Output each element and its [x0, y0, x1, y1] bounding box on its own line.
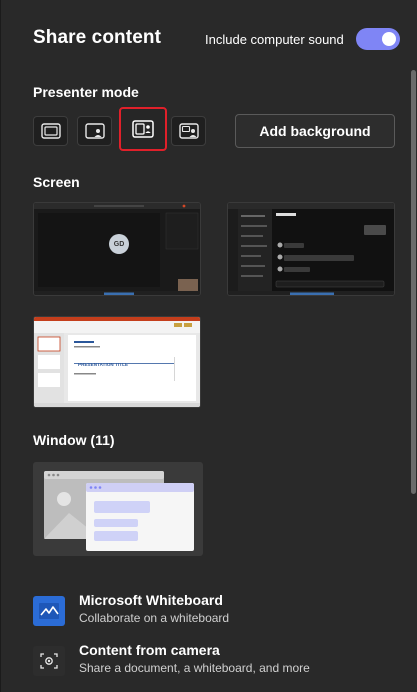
panel-header: Share content Include computer sound — [1, 0, 417, 78]
window-stack-icon — [44, 471, 194, 551]
screen-2-preview — [228, 203, 394, 295]
whiteboard-icon — [33, 596, 65, 626]
window-group-thumbnail[interactable] — [33, 462, 203, 556]
slide-title: PRESENTATION TITLE — [78, 362, 129, 367]
computer-sound-toggle[interactable] — [356, 28, 400, 50]
add-background-button[interactable]: Add background — [235, 114, 395, 148]
presenter-mode-reporter-button[interactable] — [171, 116, 206, 146]
content-from-camera-option[interactable]: Content from camera Share a document, a … — [33, 642, 393, 682]
window-label: Window (11) — [33, 432, 115, 448]
side-by-side-icon — [132, 120, 154, 138]
screen-thumbnail-3[interactable]: PRESENTATION TITLE — [33, 316, 201, 408]
screen-label: Screen — [33, 174, 80, 190]
share-content-panel: Share content Include computer sound Pre… — [0, 0, 417, 692]
panel-scrollbar[interactable] — [411, 70, 416, 494]
whiteboard-subtitle: Collaborate on a whiteboard — [79, 611, 230, 625]
avatar: GD — [109, 234, 129, 254]
camera-subtitle: Share a document, a whiteboard, and more — [79, 661, 310, 675]
reporter-icon — [178, 123, 199, 139]
screen-thumbnail-1[interactable]: GD — [33, 202, 201, 296]
whiteboard-title: Microsoft Whiteboard — [79, 592, 223, 608]
microsoft-whiteboard-option[interactable]: Microsoft Whiteboard Collaborate on a wh… — [33, 592, 393, 632]
standout-icon — [84, 123, 105, 139]
presenter-mode-side-by-side-button[interactable] — [119, 107, 167, 151]
computer-sound-label: Include computer sound — [205, 32, 344, 47]
presenter-mode-label: Presenter mode — [33, 84, 139, 100]
panel-title: Share content — [33, 27, 161, 48]
camera-title: Content from camera — [79, 642, 220, 658]
presenter-mode-standout-button[interactable] — [77, 116, 112, 146]
toggle-knob — [382, 32, 396, 46]
presenter-mode-content-only-button[interactable] — [33, 116, 68, 146]
screen-thumbnail-2[interactable] — [227, 202, 395, 296]
camera-icon — [33, 646, 65, 676]
content-only-icon — [40, 123, 61, 139]
